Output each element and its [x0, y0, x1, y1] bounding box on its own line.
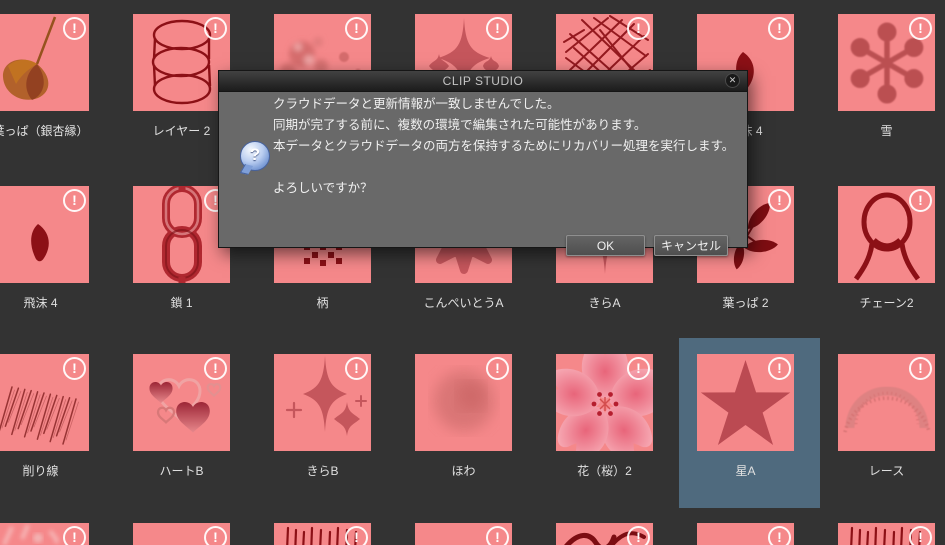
message-line: よろしいですか？ [273, 181, 373, 195]
material-cell[interactable]: ! きらB [256, 338, 397, 508]
material-label: チェーン2 [859, 296, 914, 310]
material-thumbnail[interactable]: ! [556, 523, 653, 545]
warning-exclamation-icon: ! [909, 189, 932, 212]
material-cell[interactable]: ! [679, 507, 820, 545]
warning-exclamation-icon: ! [909, 17, 932, 40]
material-thumbnail[interactable]: ! [133, 354, 230, 451]
warning-exclamation-icon: ! [345, 357, 368, 380]
material-thumbnail[interactable]: ! [556, 354, 653, 451]
material-label: 柄 [316, 296, 329, 310]
warning-exclamation-icon: ! [909, 357, 932, 380]
message-line [273, 157, 734, 178]
dialog-message: クラウドデータと更新情報が一致しませんでした。 同期が完了する前に、複数の環境で… [273, 94, 734, 199]
material-cell[interactable]: ! [0, 507, 115, 545]
material-label: ハートB [159, 464, 204, 478]
material-label: 葉っぱ（銀杏縁） [0, 124, 89, 138]
material-cell[interactable]: ! [397, 507, 538, 545]
message-line: 本データとクラウドデータの両方を保持するためにリカバリー処理を実行します。 [273, 139, 735, 153]
material-thumbnail[interactable]: ! [838, 186, 935, 283]
material-thumbnail[interactable]: ! [133, 186, 230, 283]
material-thumbnail[interactable]: ! [0, 14, 89, 111]
material-thumbnail[interactable]: ! [274, 354, 371, 451]
material-label: 削り線 [22, 464, 59, 478]
material-thumbnail[interactable]: ! [838, 14, 935, 111]
material-cell-selected[interactable]: ! 星A [679, 338, 820, 508]
warning-exclamation-icon: ! [768, 17, 791, 40]
message-line: クラウドデータと更新情報が一致しませんでした。 [273, 97, 560, 111]
material-label: 星A [735, 464, 756, 478]
warning-exclamation-icon: ! [486, 17, 509, 40]
material-thumbnail[interactable]: ! [415, 354, 512, 451]
warning-exclamation-icon: ! [486, 526, 509, 545]
clip-studio-dialog: CLIP STUDIO ✕ ? クラウドデータと更新情報が一致しませんでした。 … [218, 70, 748, 256]
material-thumbnail[interactable]: ! [0, 186, 89, 283]
warning-exclamation-icon: ! [768, 189, 791, 212]
material-thumbnail[interactable]: ! [838, 523, 935, 545]
material-cell[interactable]: ! レース [820, 338, 945, 508]
material-label: 飛沫 4 [23, 296, 58, 310]
material-cell[interactable]: ! 花（桜）2 [538, 338, 679, 508]
warning-exclamation-icon: ! [909, 526, 932, 545]
material-cell[interactable]: ! 飛沫 4 [0, 170, 115, 340]
ok-button[interactable]: OK [566, 235, 645, 256]
material-thumbnail[interactable]: ! [0, 523, 89, 545]
material-thumbnail[interactable]: ! [0, 354, 89, 451]
warning-exclamation-icon: ! [345, 526, 368, 545]
warning-exclamation-icon: ! [627, 357, 650, 380]
material-cell[interactable]: ! 雪 [820, 0, 945, 168]
material-cell[interactable]: ! 葉っぱ（銀杏縁） [0, 0, 115, 168]
material-cell[interactable]: ! [256, 507, 397, 545]
material-cell[interactable]: ! チェーン2 [820, 170, 945, 340]
material-cell[interactable]: ! [115, 507, 256, 545]
material-label: 葉っぱ 2 [722, 296, 769, 310]
material-label: 花（桜）2 [577, 464, 632, 478]
close-icon: ✕ [728, 75, 737, 85]
material-label: 鎖 1 [170, 296, 193, 310]
warning-exclamation-icon: ! [63, 526, 86, 545]
warning-exclamation-icon: ! [204, 526, 227, 545]
material-label: 雪 [880, 124, 893, 138]
material-cell[interactable]: ! 削り線 [0, 338, 115, 508]
warning-exclamation-icon: ! [63, 17, 86, 40]
close-button[interactable]: ✕ [725, 73, 740, 88]
material-label: きらA [588, 296, 621, 310]
material-cell[interactable]: ! ハートB [115, 338, 256, 508]
material-label: きらB [306, 464, 339, 478]
warning-exclamation-icon: ! [63, 357, 86, 380]
material-label: レイヤー 2 [152, 124, 211, 138]
dialog-titlebar[interactable]: CLIP STUDIO ✕ [219, 71, 747, 92]
material-thumbnail[interactable]: ! [274, 523, 371, 545]
material-label: レース [868, 464, 905, 478]
material-thumbnail[interactable]: ! [133, 14, 230, 111]
warning-exclamation-icon: ! [768, 357, 791, 380]
message-line: 同期が完了する前に、複数の環境で編集された可能性があります。 [273, 118, 647, 132]
material-thumbnail[interactable]: ! [415, 523, 512, 545]
material-thumbnail[interactable]: ! [838, 354, 935, 451]
material-thumbnail[interactable]: ! [697, 354, 794, 451]
warning-exclamation-icon: ! [345, 17, 368, 40]
warning-exclamation-icon: ! [627, 526, 650, 545]
material-thumbnail[interactable]: ! [697, 523, 794, 545]
material-label: こんぺいとうA [423, 296, 504, 310]
warning-exclamation-icon: ! [63, 189, 86, 212]
material-thumbnail[interactable]: ! [133, 523, 230, 545]
material-cell[interactable]: ! ほわ [397, 338, 538, 508]
material-label: ほわ [451, 464, 476, 478]
warning-exclamation-icon: ! [204, 17, 227, 40]
material-cell[interactable]: ! [538, 507, 679, 545]
warning-exclamation-icon: ! [627, 17, 650, 40]
dialog-title: CLIP STUDIO [442, 74, 524, 88]
warning-exclamation-icon: ! [486, 357, 509, 380]
warning-exclamation-icon: ! [204, 357, 227, 380]
clip-studio-material-window: !葉っぱ（銀杏縁） !レイヤー 2 !!!!飛沫 4!雪!飛沫 4 !鎖 1!柄… [0, 0, 945, 545]
question-mark-icon: ? [239, 141, 270, 175]
warning-exclamation-icon: ! [768, 526, 791, 545]
cancel-button[interactable]: キャンセル [654, 235, 728, 256]
material-cell[interactable]: ! [820, 507, 945, 545]
